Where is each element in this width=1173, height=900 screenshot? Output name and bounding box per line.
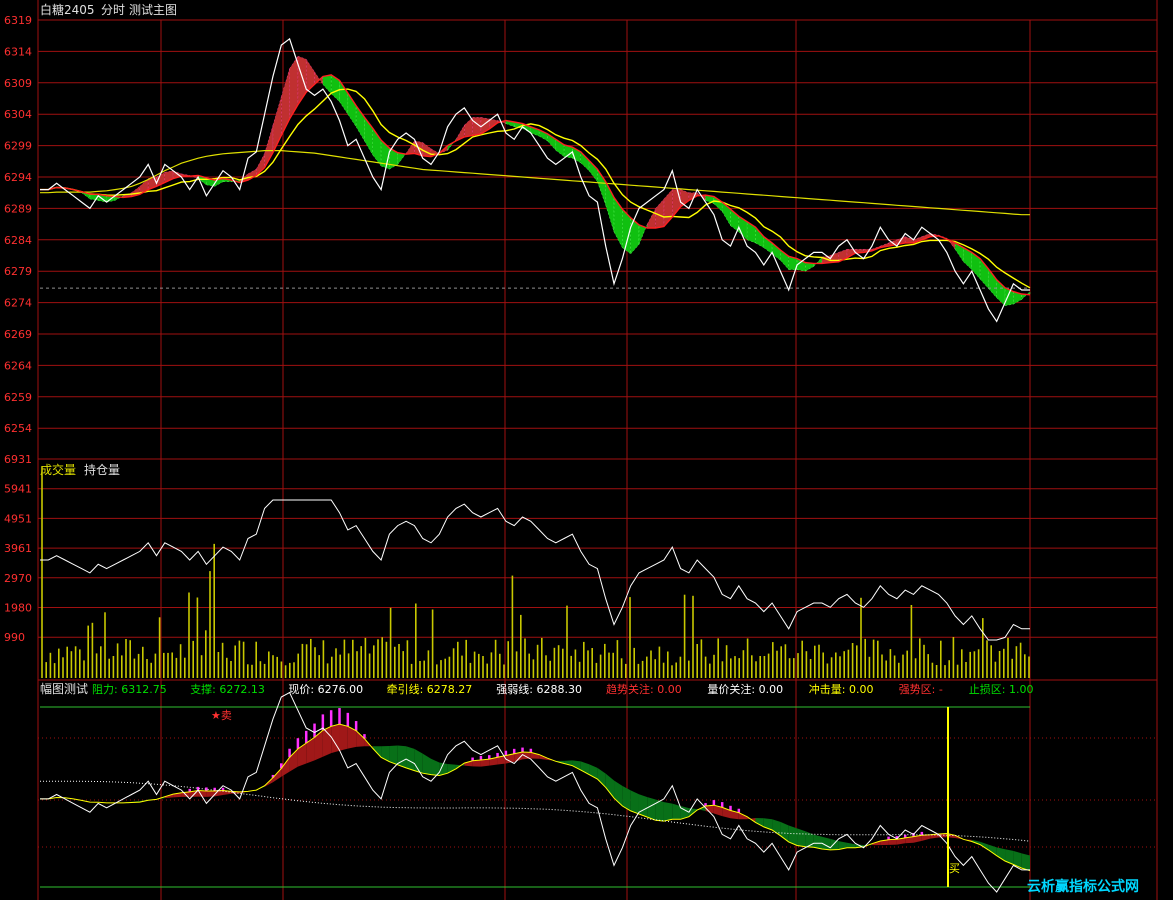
bear-zone <box>663 802 673 822</box>
open-interest-title: 持仓量 <box>84 462 120 477</box>
volume-title: 成交量 <box>40 462 76 477</box>
volume-tick-label: 3961 <box>4 542 32 555</box>
volume-tick-label: 990 <box>4 631 25 644</box>
price-tick-label: 6259 <box>4 391 32 404</box>
indicator-item: 量价关注: 0.00 <box>707 682 783 696</box>
sell-signal: ★卖 <box>211 709 232 722</box>
price-tick-label: 6274 <box>4 297 32 310</box>
mode-label[interactable]: 分时 <box>101 3 125 17</box>
price-tick-label: 6304 <box>4 108 32 121</box>
indicator-item: 趋势关注: 0.00 <box>606 682 682 696</box>
price-tick-label: 6284 <box>4 234 32 247</box>
bear-zone <box>638 794 648 818</box>
indicator-name: 幅图测试 <box>40 681 88 696</box>
price-tick-label: 6254 <box>4 422 32 435</box>
indicator-item: 现价: 6276.00 <box>288 683 363 696</box>
volume-tick-label: 4951 <box>4 512 32 525</box>
bear-zone <box>672 803 681 820</box>
bear-zone <box>397 745 407 768</box>
price-tick-label: 6269 <box>4 328 32 341</box>
price-tick-label: 6314 <box>4 45 32 58</box>
bear-zone <box>406 746 415 771</box>
price-tick-label: 6299 <box>4 140 32 153</box>
price-tick-label: 6279 <box>4 265 32 278</box>
volume-tick-label: 2970 <box>4 572 32 585</box>
price-tick-label: 6264 <box>4 359 32 372</box>
price-tick-label: 6319 <box>4 14 32 27</box>
bear-zone <box>630 790 639 815</box>
price-tick-label: 6309 <box>4 77 32 90</box>
bull-zone <box>322 726 332 757</box>
watermark: 云析赢指标公式网 <box>1027 878 1139 895</box>
template-label[interactable]: 测试主图 <box>129 2 177 17</box>
futures-chart[interactable]: 白糖2405 分时 测试主图 6319 6314 6309 6304 6299 6294 6… <box>0 0 1173 900</box>
indicator-item: 强势区: - <box>899 683 943 696</box>
indicator-item: 支撑: 6272.13 <box>190 682 265 696</box>
symbol-label: 白糖2405 <box>40 2 95 17</box>
bull-zone <box>339 724 348 751</box>
price-tick-label: 6294 <box>4 171 32 184</box>
volume-tick-label: 1980 <box>4 602 32 615</box>
indicator-item: 牵引线: 6278.27 <box>387 682 473 696</box>
volume-tick-label: 5941 <box>4 483 32 496</box>
bear-zone <box>822 836 831 850</box>
bear-zone <box>647 797 656 821</box>
bear-zone <box>813 834 823 850</box>
buy-signal: 买 <box>949 862 960 875</box>
indicator-item: 止损区: 1.00 <box>969 682 1034 696</box>
indicator-item: 强弱线: 6288.30 <box>496 682 582 696</box>
bear-zone <box>797 828 806 847</box>
indicator-item: 阻力: 6312.75 <box>92 683 167 696</box>
indicator-item: 冲击量: 0.00 <box>809 682 874 696</box>
volume-tick-label: 6931 <box>4 453 32 466</box>
price-tick-label: 6289 <box>4 202 32 215</box>
